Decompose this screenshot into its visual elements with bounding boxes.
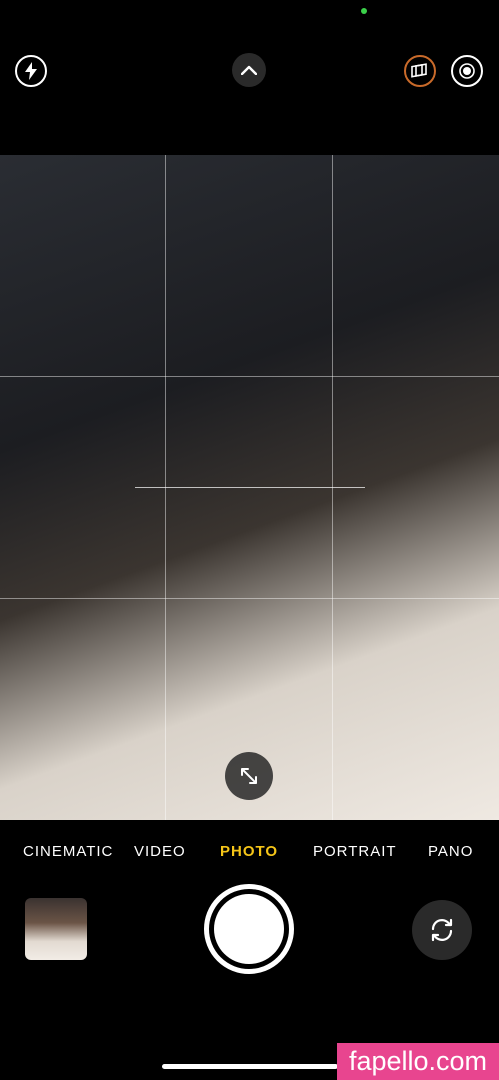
- live-photo-button[interactable]: [451, 55, 483, 87]
- photographic-styles-button[interactable]: [404, 55, 436, 87]
- flip-camera-button[interactable]: [412, 900, 472, 960]
- expand-arrows-icon: [241, 768, 257, 784]
- flip-camera-icon: [431, 918, 453, 942]
- mode-video[interactable]: VIDEO: [134, 843, 186, 860]
- last-photo-thumbnail[interactable]: [25, 898, 87, 960]
- expand-view-button[interactable]: [225, 752, 273, 800]
- mode-photo[interactable]: PHOTO: [220, 843, 278, 860]
- mode-pano[interactable]: PANO: [428, 843, 473, 860]
- level-indicator: [135, 487, 365, 488]
- watermark: fapello.com: [337, 1043, 499, 1080]
- controls-toggle-button[interactable]: [232, 53, 266, 87]
- mode-selector: CINEMATIC VIDEO PHOTO PORTRAIT PANO: [0, 843, 499, 863]
- live-photo-icon: [459, 63, 475, 79]
- chevron-up-icon: [241, 65, 257, 75]
- grid-line: [0, 376, 499, 377]
- top-bar: [0, 0, 499, 155]
- camera-viewfinder[interactable]: [0, 155, 499, 820]
- mode-cinematic[interactable]: CINEMATIC: [23, 843, 113, 860]
- shutter-button[interactable]: [204, 884, 294, 974]
- home-indicator[interactable]: [162, 1064, 338, 1069]
- flash-icon: [25, 62, 37, 80]
- grid-line: [0, 598, 499, 599]
- camera-in-use-indicator: [361, 8, 367, 14]
- mode-portrait[interactable]: PORTRAIT: [313, 843, 397, 860]
- photographic-styles-icon: [411, 63, 427, 78]
- flash-button[interactable]: [15, 55, 47, 87]
- shutter-inner: [214, 894, 284, 964]
